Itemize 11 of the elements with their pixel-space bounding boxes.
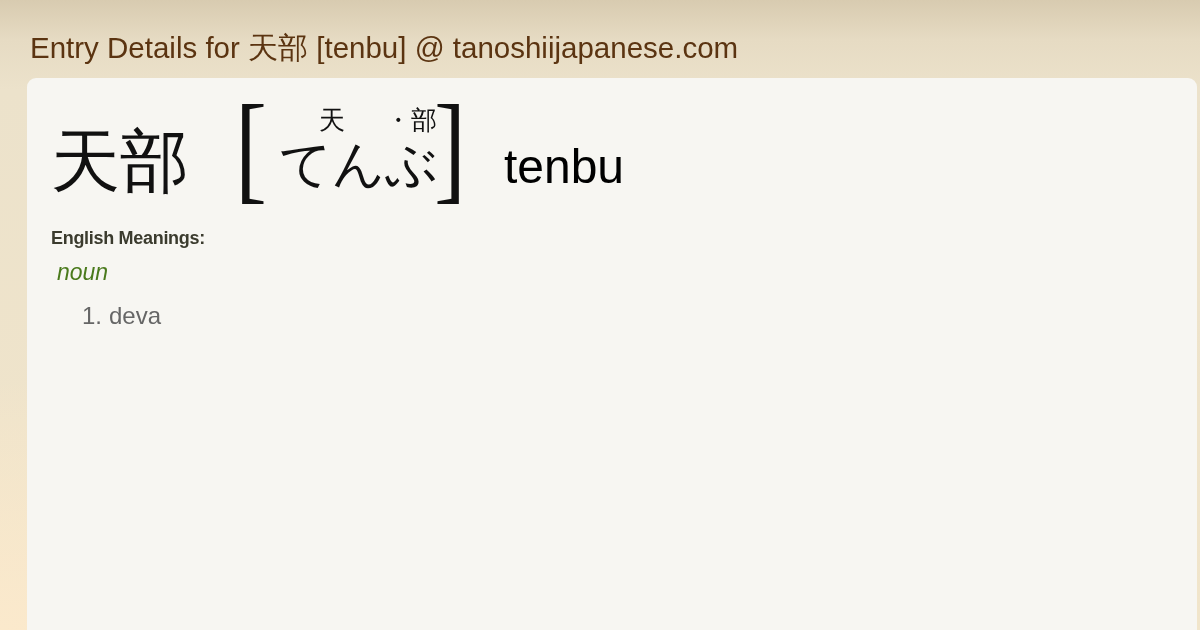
- romaji-reading: tenbu: [503, 143, 625, 191]
- bracket: [: [235, 88, 267, 208]
- meaning-text: deva: [109, 301, 162, 331]
- kanji-word: 天部: [51, 128, 189, 197]
- furigana: 天: [318, 107, 345, 136]
- page-title: Entry Details for 天部 [tenbu] @ tanoshiijapanese.com: [30, 31, 739, 65]
- part-of-speech: noun: [57, 258, 109, 286]
- kana-reading: ぶ: [384, 139, 438, 191]
- list-number: 1.: [82, 301, 102, 331]
- section-heading: English Meanings:: [51, 228, 205, 249]
- kana-reading: てん: [278, 139, 385, 191]
